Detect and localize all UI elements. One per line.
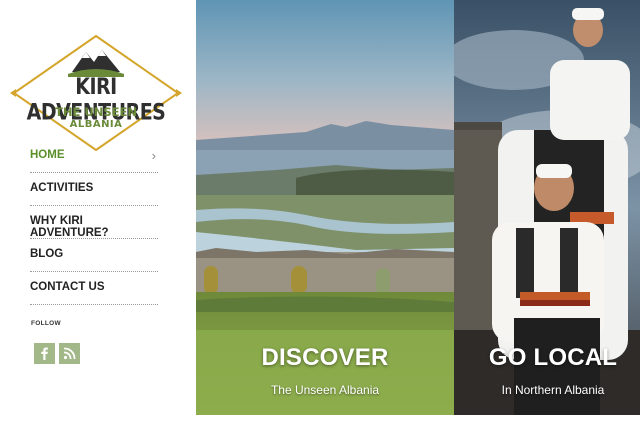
nav-item-label: CONTACT US xyxy=(30,281,105,293)
logo-subtitle-2: ALBANIA xyxy=(69,119,123,130)
discover-subtitle: The Unseen Albania xyxy=(270,383,380,397)
nav-item-home[interactable]: HOME › xyxy=(30,140,158,173)
nav-item-blog[interactable]: BLOG xyxy=(30,239,158,272)
facebook-button[interactable] xyxy=(34,343,55,364)
go-local-subtitle: In Northern Albania xyxy=(501,383,605,397)
discover-panel[interactable]: DISCOVER The Unseen Albania xyxy=(196,0,454,415)
logo-subtitle-1: THE UNSEEN xyxy=(55,105,137,119)
rss-button[interactable] xyxy=(59,343,80,364)
chevron-right-icon: › xyxy=(151,148,156,163)
rss-icon xyxy=(63,347,76,360)
facebook-icon xyxy=(41,347,48,360)
nav-item-why-kiri[interactable]: WHY KIRI ADVENTURE? xyxy=(30,206,158,239)
go-local-panel[interactable]: GO LOCAL In Northern Albania xyxy=(454,0,640,415)
nav-item-label: WHY KIRI ADVENTURE? xyxy=(30,215,109,239)
nav-item-label: ACTIVITIES xyxy=(30,182,94,194)
site-logo[interactable]: KIRI ADVENTURES THE UNSEEN ALBANIA xyxy=(8,34,184,152)
sidebar: KIRI ADVENTURES THE UNSEEN ALBANIA HOME … xyxy=(0,0,196,429)
nav-item-label: BLOG xyxy=(30,248,64,260)
nav-item-contact[interactable]: CONTACT US xyxy=(30,272,158,305)
follow-label: FOLLOW xyxy=(31,320,61,327)
main-nav: HOME › ACTIVITIES WHY KIRI ADVENTURE? BL… xyxy=(30,140,158,305)
discover-title: DISCOVER xyxy=(261,344,389,371)
go-local-title: GO LOCAL xyxy=(488,344,618,371)
nav-item-activities[interactable]: ACTIVITIES xyxy=(30,173,158,206)
nav-item-label: HOME xyxy=(30,149,65,161)
